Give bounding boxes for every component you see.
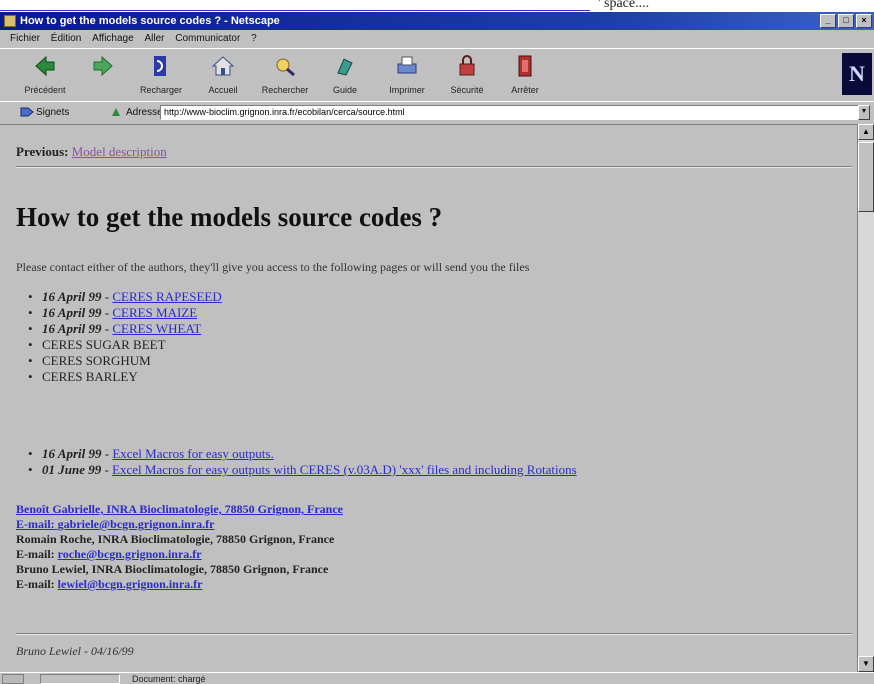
models-list: 16 April 99 - CERES RAPESEED 16 April 99… — [24, 289, 222, 385]
menu-aller[interactable]: Aller — [144, 33, 164, 44]
home-button[interactable]: Accueil — [198, 53, 248, 97]
list-item: 01 June 99 - Excel Macros for easy outpu… — [24, 462, 577, 478]
netscape-logo[interactable]: N — [842, 53, 872, 95]
address-input[interactable]: http://www-bioclim.grignon.inra.fr/ecobi… — [160, 105, 860, 120]
stop-button[interactable]: Arrêter — [500, 53, 550, 97]
intro-text: Please contact either of the authors, th… — [16, 260, 530, 274]
stop-label: Arrêter — [511, 85, 539, 95]
location-icon — [112, 108, 120, 116]
list-item: CERES SORGHUM — [24, 353, 222, 369]
author-link[interactable]: Benoît Gabrielle, INRA Bioclimatologie, … — [16, 502, 343, 516]
list-item: 16 April 99 - CERES MAIZE — [24, 305, 222, 321]
navigation-toolbar: Précédent Recharger Accueil Rechercher G… — [0, 48, 874, 102]
search-button[interactable]: Rechercher — [260, 53, 310, 97]
email-link[interactable]: roche@bcgn.grignon.inra.fr — [58, 547, 202, 561]
progress-area — [40, 674, 120, 684]
page-title: How to get the models source codes ? — [16, 202, 443, 232]
background-text: ' space.... — [598, 0, 650, 11]
security-status-icon[interactable] — [2, 674, 24, 684]
model-name: CERES SORGHUM — [42, 353, 151, 368]
print-button[interactable]: Imprimer — [382, 53, 432, 97]
background-document-strip: ' space.... — [0, 0, 874, 12]
status-text: Document: chargé — [132, 674, 206, 684]
browser-window: How to get the models source codes ? - N… — [0, 12, 874, 684]
authors-block: Benoît Gabrielle, INRA Bioclimatologie, … — [16, 502, 343, 592]
maximize-button[interactable]: □ — [838, 14, 854, 28]
bookmarks-button[interactable]: Signets — [36, 107, 69, 118]
page-content: Previous: Model description How to get t… — [8, 140, 858, 667]
list-item: 16 April 99 - CERES WHEAT — [24, 321, 222, 337]
back-label: Précédent — [24, 85, 66, 95]
print-label: Imprimer — [389, 85, 425, 95]
background-link-underline — [0, 0, 590, 11]
list-item: CERES BARLEY — [24, 369, 222, 385]
guide-button[interactable]: Guide — [320, 53, 370, 97]
menu-bar: Fichier Édition Affichage Aller Communic… — [0, 30, 874, 48]
close-button[interactable]: × — [856, 14, 872, 28]
previous-link[interactable]: Model description — [72, 144, 167, 159]
forward-arrow-icon — [93, 55, 113, 77]
title-bar[interactable]: How to get the models source codes ? - N… — [0, 12, 874, 30]
list-item: 16 April 99 - CERES RAPESEED — [24, 289, 222, 305]
model-link[interactable]: CERES MAIZE — [112, 305, 197, 320]
macros-list: 16 April 99 - Excel Macros for easy outp… — [24, 446, 577, 478]
reload-button[interactable]: Recharger — [136, 53, 186, 97]
email-link[interactable]: lewiel@bcgn.grignon.inra.fr — [58, 577, 203, 591]
macro-link[interactable]: Excel Macros for easy outputs. — [112, 446, 273, 461]
model-link[interactable]: CERES WHEAT — [112, 321, 201, 336]
security-button[interactable]: Sécurité — [442, 53, 492, 97]
back-arrow-icon — [35, 55, 55, 77]
address-label: Adresse — [126, 107, 163, 118]
menu-help[interactable]: ? — [251, 33, 257, 44]
minimize-button[interactable]: _ — [820, 14, 836, 28]
back-button[interactable]: Précédent — [20, 53, 70, 97]
reload-icon — [154, 56, 166, 76]
home-icon — [211, 56, 235, 76]
menu-fichier[interactable]: Fichier — [10, 33, 40, 44]
window-title: How to get the models source codes ? - N… — [20, 15, 280, 27]
divider — [16, 633, 852, 635]
security-label: Sécurité — [450, 85, 484, 95]
model-name: CERES SUGAR BEET — [42, 337, 166, 352]
macro-link[interactable]: Excel Macros for easy outputs with CERES… — [112, 462, 577, 477]
bookmark-icon[interactable] — [20, 106, 34, 118]
forward-button[interactable] — [78, 53, 128, 97]
divider — [16, 166, 852, 168]
home-label: Accueil — [208, 85, 238, 95]
print-icon — [397, 56, 417, 74]
email-label-link[interactable]: E-mail: — [16, 517, 58, 531]
scroll-down-icon[interactable]: ▼ — [858, 656, 874, 672]
lock-icon — [459, 55, 475, 76]
scroll-up-icon[interactable]: ▲ — [858, 124, 874, 140]
search-label: Rechercher — [261, 85, 309, 95]
footer-signature: Bruno Lewiel - 04/16/99 — [16, 644, 134, 658]
model-name: CERES BARLEY — [42, 369, 138, 384]
menu-communicator[interactable]: Communicator — [175, 33, 240, 44]
menu-affichage[interactable]: Affichage — [92, 33, 134, 44]
status-bar: Document: chargé — [0, 672, 874, 684]
author-text: Bruno Lewiel, INRA Bioclimatologie, 7885… — [16, 562, 329, 576]
list-item: 16 April 99 - Excel Macros for easy outp… — [24, 446, 577, 462]
search-icon — [276, 58, 295, 77]
guide-label: Guide — [332, 85, 358, 95]
scroll-thumb[interactable] — [858, 142, 874, 212]
netscape-window-icon — [4, 15, 16, 27]
list-item: CERES SUGAR BEET — [24, 337, 222, 353]
model-link[interactable]: CERES RAPESEED — [112, 289, 221, 304]
author-text: Romain Roche, INRA Bioclimatologie, 7885… — [16, 532, 335, 546]
email-label: E-mail: — [16, 547, 58, 561]
email-label: E-mail: — [16, 577, 58, 591]
guide-icon — [337, 58, 353, 76]
chevron-down-icon[interactable]: ▼ — [858, 105, 870, 120]
email-link[interactable]: gabriele@bcgn.grignon.inra.fr — [58, 517, 215, 531]
menu-edition[interactable]: Édition — [51, 33, 82, 44]
location-bar: Signets Adresse http://www-bioclim.grign… — [0, 101, 874, 125]
stop-icon — [518, 55, 532, 77]
reload-label: Recharger — [139, 85, 183, 95]
vertical-scrollbar[interactable]: ▲ ▼ — [857, 124, 874, 672]
previous-nav: Previous: Model description — [16, 144, 167, 160]
previous-label: Previous: — [16, 144, 69, 159]
